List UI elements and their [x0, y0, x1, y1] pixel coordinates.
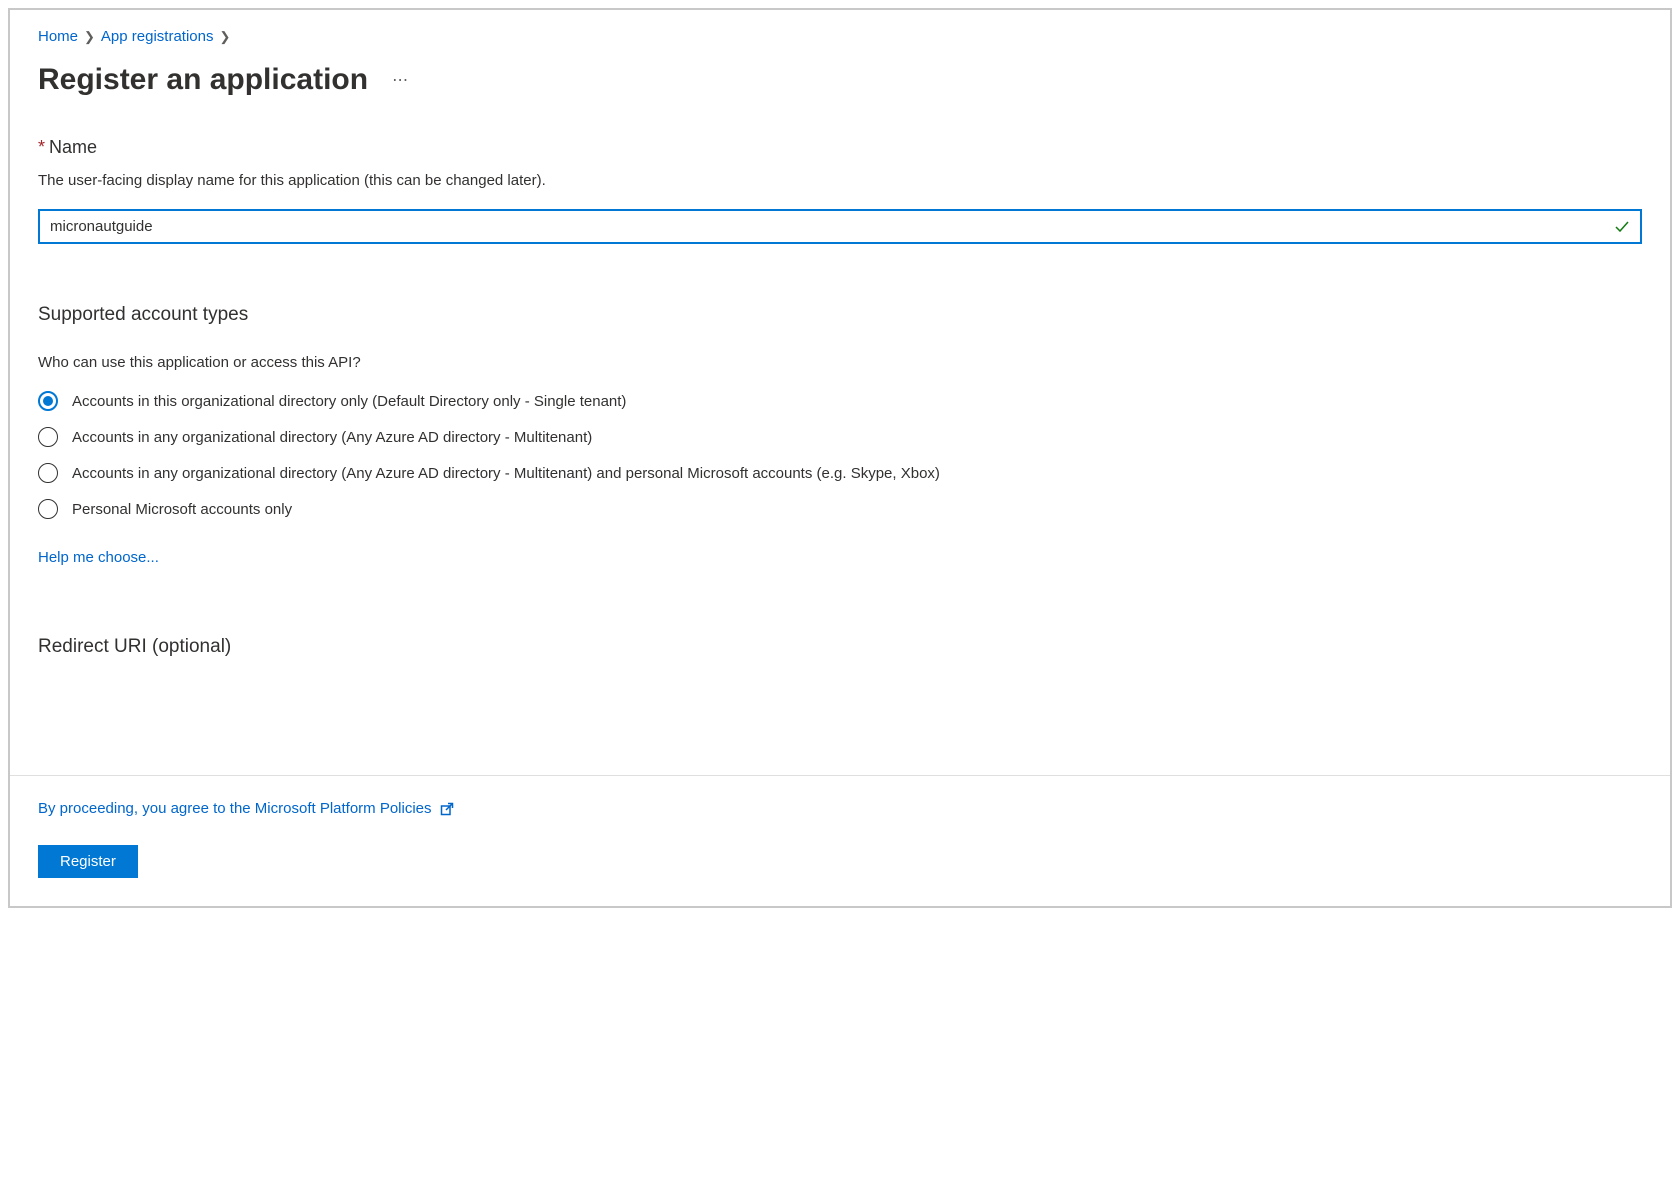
chevron-right-icon: ❯: [84, 29, 95, 45]
more-icon[interactable]: ⋯: [392, 70, 410, 90]
page-title-row: Register an application ⋯: [38, 63, 1642, 97]
page-container: Home ❯ App registrations ❯ Register an a…: [8, 8, 1672, 908]
policies-text: By proceeding, you agree to the Microsof…: [38, 800, 432, 817]
account-types-question: Who can use this application or access t…: [38, 354, 1642, 371]
radio-label: Accounts in any organizational directory…: [72, 429, 592, 446]
radio-icon: [38, 391, 58, 411]
name-input[interactable]: [38, 209, 1642, 244]
chevron-right-icon: ❯: [219, 29, 230, 45]
name-input-wrap: [38, 209, 1642, 244]
radio-option-personal-only[interactable]: Personal Microsoft accounts only: [38, 499, 1642, 519]
radio-icon: [38, 427, 58, 447]
account-types-heading: Supported account types: [38, 304, 1642, 326]
radio-label: Accounts in this organizational director…: [72, 393, 626, 410]
radio-option-multitenant[interactable]: Accounts in any organizational directory…: [38, 427, 1642, 447]
register-button[interactable]: Register: [38, 845, 138, 878]
help-me-choose-link[interactable]: Help me choose...: [38, 549, 159, 566]
radio-icon: [38, 499, 58, 519]
radio-label: Personal Microsoft accounts only: [72, 501, 292, 518]
redirect-uri-heading: Redirect URI (optional): [38, 636, 1642, 658]
radio-option-multitenant-personal[interactable]: Accounts in any organizational directory…: [38, 463, 1642, 483]
radio-label: Accounts in any organizational directory…: [72, 465, 940, 482]
radio-icon: [38, 463, 58, 483]
breadcrumb-home[interactable]: Home: [38, 28, 78, 45]
page-title: Register an application: [38, 63, 368, 97]
footer: By proceeding, you agree to the Microsof…: [10, 775, 1670, 906]
account-types-radio-group: Accounts in this organizational director…: [38, 391, 1642, 519]
radio-option-single-tenant[interactable]: Accounts in this organizational director…: [38, 391, 1642, 411]
name-field-label: * Name: [38, 137, 1642, 158]
platform-policies-link[interactable]: By proceeding, you agree to the Microsof…: [38, 800, 454, 817]
check-icon: [1614, 219, 1630, 235]
breadcrumb: Home ❯ App registrations ❯: [38, 28, 1642, 45]
content-area: Home ❯ App registrations ❯ Register an a…: [10, 10, 1670, 658]
breadcrumb-app-registrations[interactable]: App registrations: [101, 28, 214, 45]
name-label-text: Name: [49, 137, 97, 158]
external-link-icon: [440, 802, 454, 816]
required-star-icon: *: [38, 137, 45, 158]
name-field-description: The user-facing display name for this ap…: [38, 172, 1642, 189]
